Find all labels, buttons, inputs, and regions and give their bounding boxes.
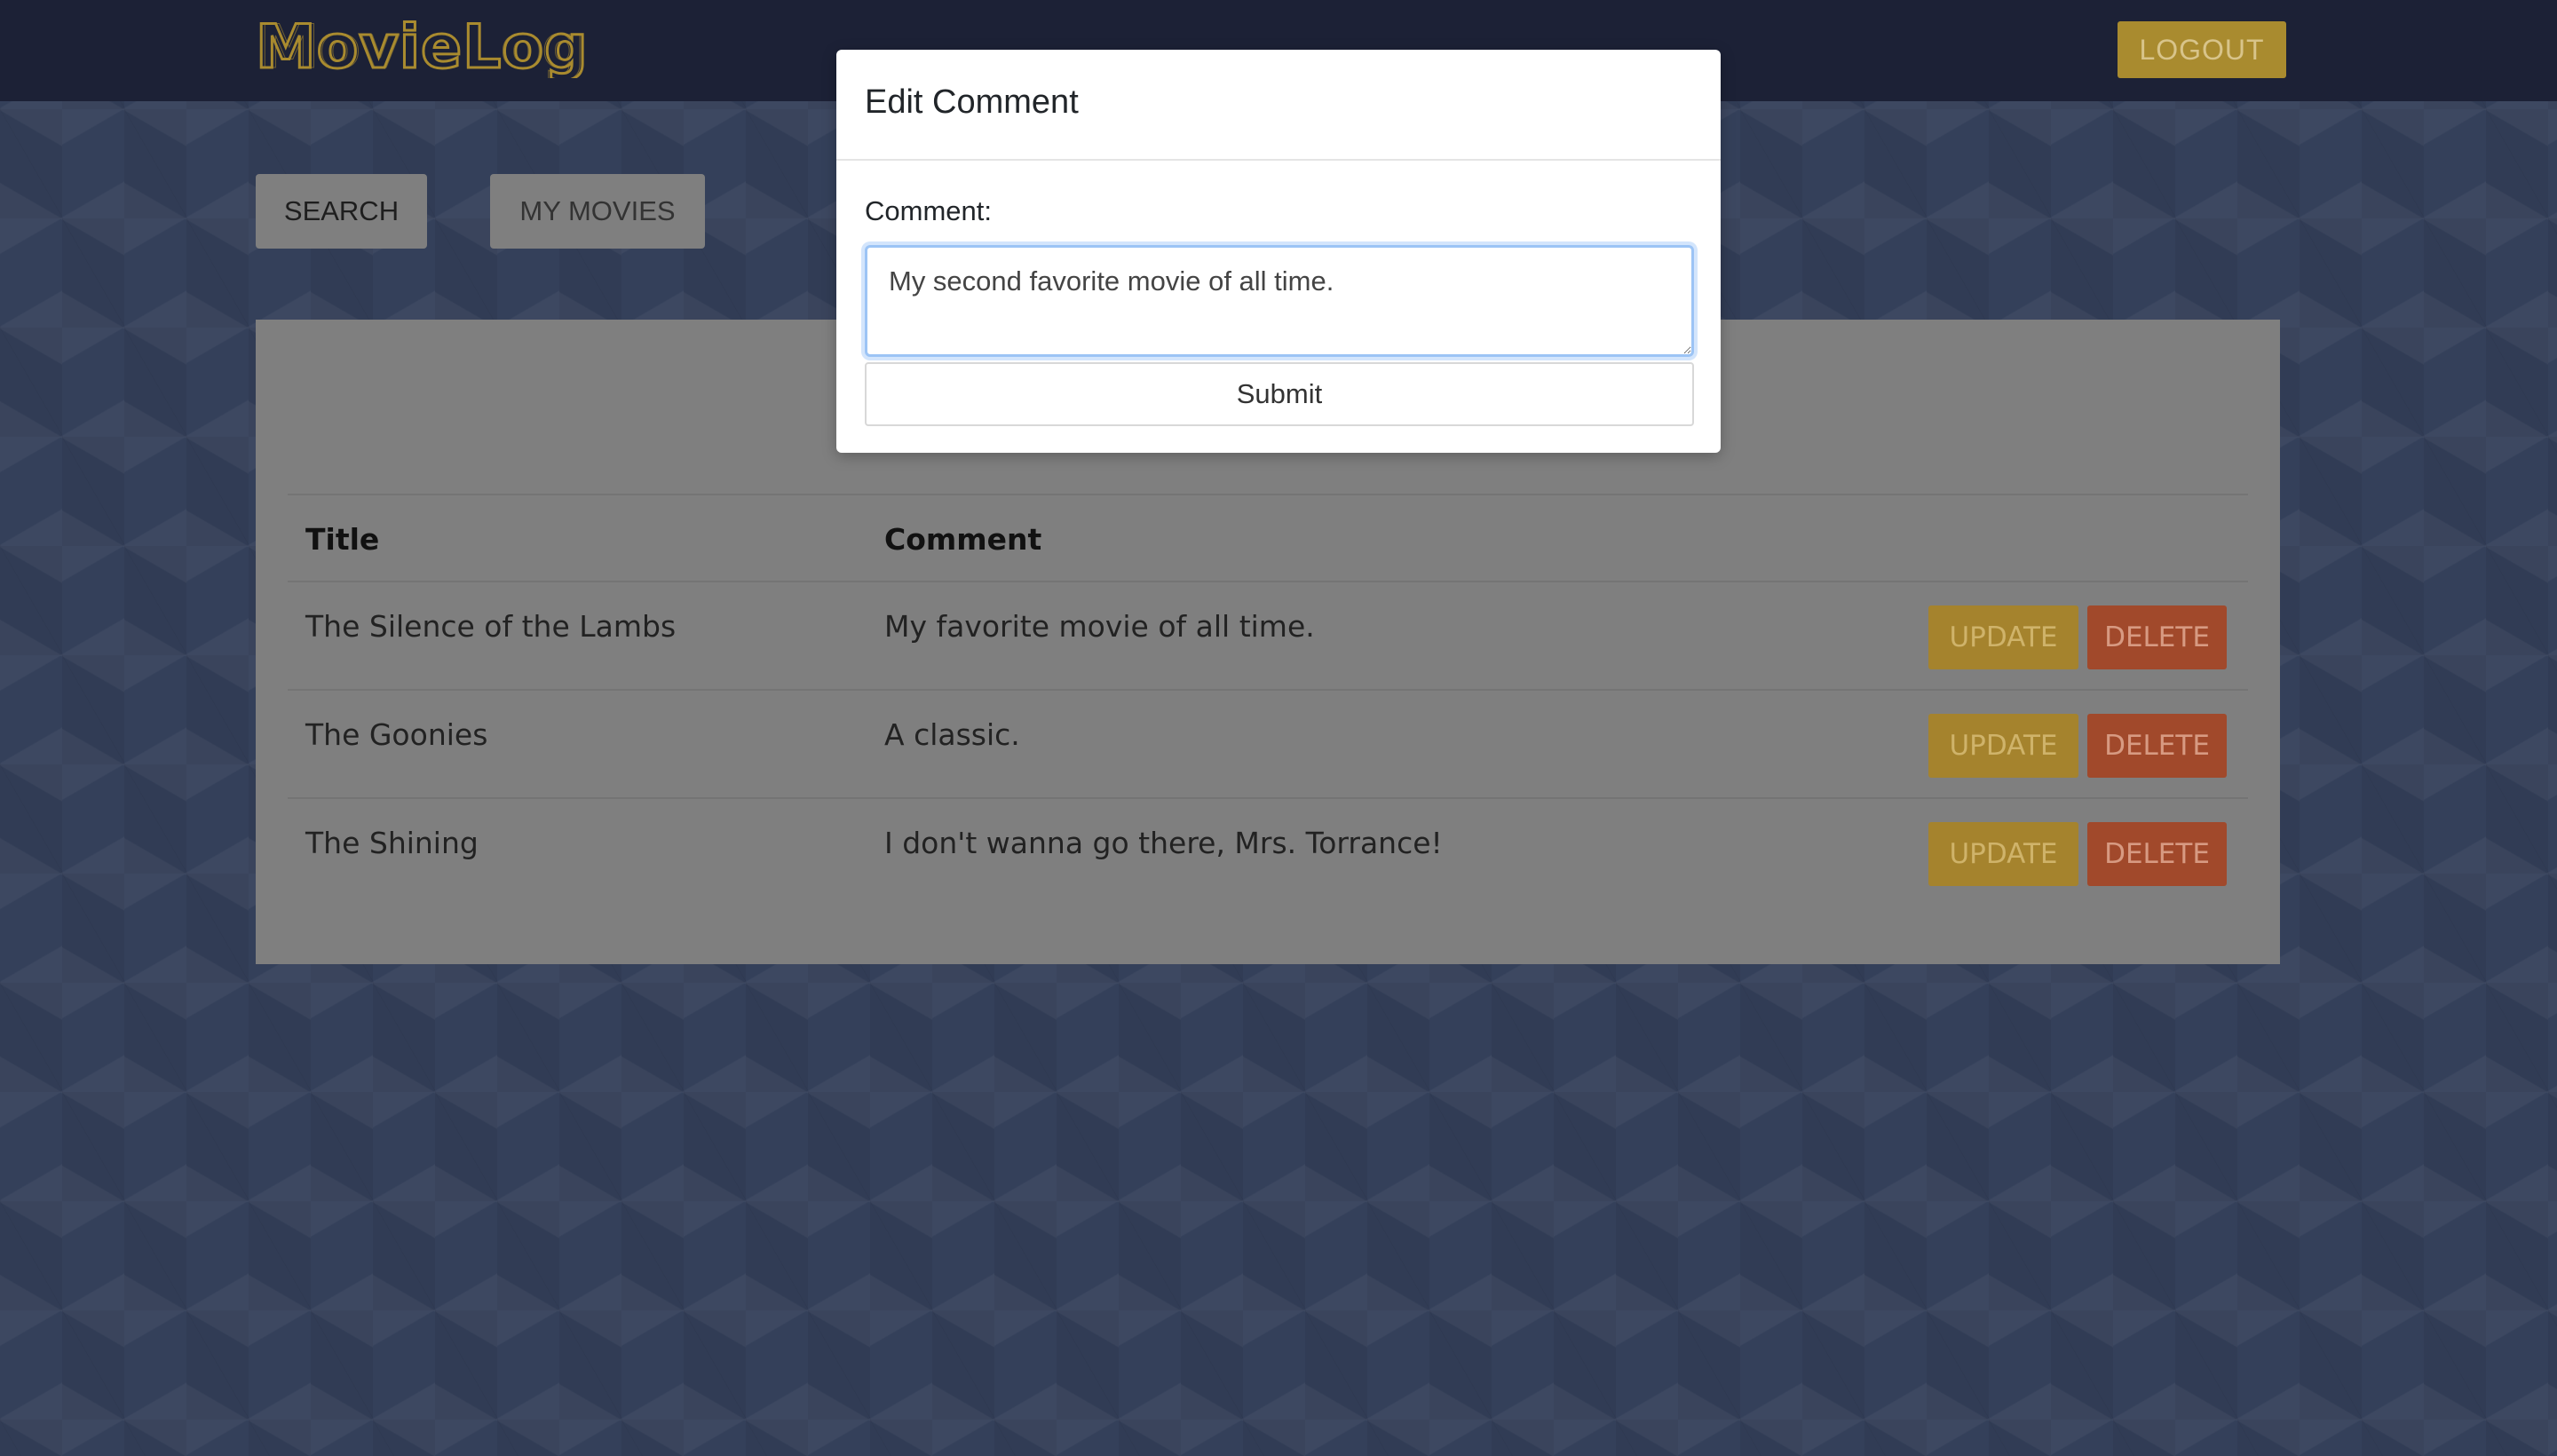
row-actions: UPDATE DELETE bbox=[1928, 605, 2227, 669]
delete-button[interactable]: DELETE bbox=[2087, 822, 2227, 886]
delete-button[interactable]: DELETE bbox=[2087, 714, 2227, 778]
logout-button[interactable]: LOGOUT bbox=[2118, 21, 2286, 78]
logo-text-shadow: MovieLog bbox=[259, 16, 585, 78]
row-actions: UPDATE DELETE bbox=[1928, 822, 2227, 886]
modal-header: Edit Comment bbox=[836, 50, 1721, 161]
update-button[interactable]: UPDATE bbox=[1928, 822, 2078, 886]
table-header-row: Title Comment bbox=[288, 494, 2248, 581]
modal-title: Edit Comment bbox=[865, 83, 1079, 121]
row-actions: UPDATE DELETE bbox=[1928, 714, 2227, 778]
table-row: The Goonies A classic. UPDATE DELETE bbox=[288, 689, 2248, 797]
movie-title: The Shining bbox=[305, 826, 479, 860]
movie-title: The Silence of the Lambs bbox=[305, 609, 677, 644]
update-button[interactable]: UPDATE bbox=[1928, 714, 2078, 778]
column-header-comment: Comment bbox=[884, 522, 1042, 557]
update-button[interactable]: UPDATE bbox=[1928, 605, 2078, 669]
movielog-logo[interactable]: MovieLog MovieLog bbox=[256, 16, 611, 78]
submit-button[interactable]: Submit bbox=[865, 362, 1694, 426]
search-nav-button[interactable]: SEARCH bbox=[256, 174, 427, 249]
comment-textarea[interactable]: My second favorite movie of all time. bbox=[865, 245, 1694, 357]
table-row: The Silence of the Lambs My favorite mov… bbox=[288, 581, 2248, 689]
column-header-title: Title bbox=[305, 522, 380, 557]
table-row: The Shining I don't wanna go there, Mrs.… bbox=[288, 797, 2248, 906]
movie-title: The Goonies bbox=[305, 717, 488, 752]
delete-button[interactable]: DELETE bbox=[2087, 605, 2227, 669]
movie-comment: I don't wanna go there, Mrs. Torrance! bbox=[884, 826, 1443, 860]
my-movies-nav-button[interactable]: MY MOVIES bbox=[490, 174, 705, 249]
movie-comment: My favorite movie of all time. bbox=[884, 609, 1315, 644]
comment-label: Comment: bbox=[865, 195, 992, 226]
movies-table: Title Comment The Silence of the Lambs M… bbox=[288, 494, 2248, 906]
movie-comment: A classic. bbox=[884, 717, 1020, 752]
edit-comment-modal: Edit Comment Comment: My second favorite… bbox=[836, 50, 1721, 453]
